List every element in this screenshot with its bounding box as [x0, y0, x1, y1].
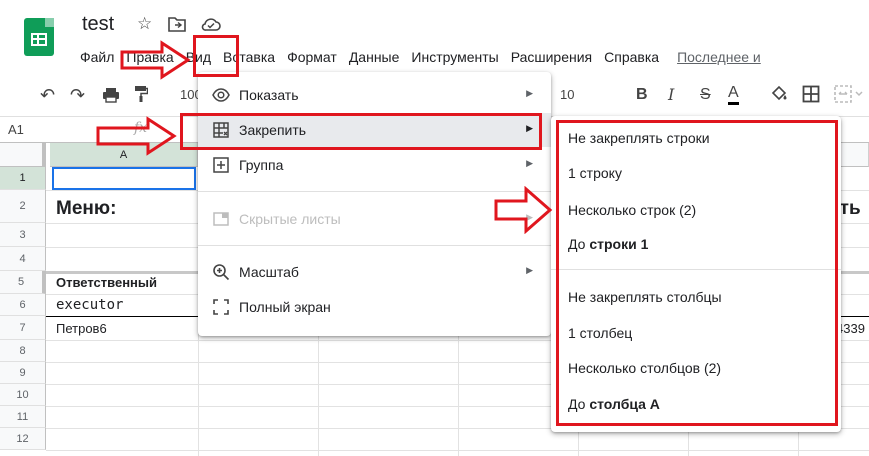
document-title[interactable]: test [82, 13, 114, 36]
group-icon [212, 156, 230, 174]
zoom-icon [212, 263, 230, 281]
annotation-arrow-icon [494, 186, 553, 234]
borders-icon[interactable] [802, 85, 820, 108]
menu-divider [198, 245, 551, 246]
selected-cell-a1[interactable] [52, 167, 196, 190]
move-to-folder-icon[interactable] [168, 16, 186, 37]
row-header-2[interactable]: 2 [0, 190, 46, 223]
annotation-arrow-icon [96, 116, 177, 156]
last-edit-link[interactable]: Последнее и [671, 46, 767, 68]
annotation-box-freeze-submenu [556, 120, 838, 426]
annotation-box-freeze-item [180, 113, 542, 150]
row-header-5[interactable]: 5 [0, 271, 46, 294]
italic-icon[interactable]: I [668, 84, 674, 106]
merge-cells-icon[interactable] [834, 85, 864, 108]
menu-item-show[interactable]: Показать ▶ [198, 78, 551, 112]
submenu-arrow-icon: ▶ [526, 265, 533, 275]
sheets-logo[interactable] [24, 18, 54, 56]
cloud-saved-icon[interactable] [201, 16, 221, 37]
fill-color-icon[interactable] [770, 85, 788, 108]
print-icon[interactable] [102, 86, 120, 108]
row-header-3[interactable]: 3 [0, 223, 46, 247]
annotation-arrow-icon [120, 40, 191, 80]
row-header-12[interactable]: 12 [0, 428, 46, 450]
text-color-icon[interactable]: A [728, 84, 739, 105]
menu-item-label: Скрытые листы [239, 211, 341, 227]
menu-help[interactable]: Справка [598, 46, 665, 68]
row-header-9[interactable]: 9 [0, 362, 46, 384]
cell-a2[interactable]: Меню: [56, 198, 116, 220]
hidden-sheets-icon [212, 210, 230, 228]
row-header-1[interactable]: 1 [0, 167, 46, 190]
font-size-field[interactable]: 10 [560, 87, 574, 102]
row-header-7[interactable]: 7 [0, 316, 46, 340]
menu-item-label: Группа [239, 157, 284, 173]
eye-icon [212, 86, 230, 104]
menu-data[interactable]: Данные [343, 46, 406, 68]
star-icon[interactable]: ☆ [137, 14, 152, 34]
submenu-arrow-icon: ▶ [526, 88, 533, 98]
row-header-8[interactable]: 8 [0, 340, 46, 362]
redo-icon[interactable]: ↷ [70, 84, 85, 106]
fullscreen-icon [212, 298, 230, 316]
row-header-4[interactable]: 4 [0, 247, 46, 271]
menu-item-zoom[interactable]: Масштаб ▶ [198, 255, 551, 289]
menu-tools[interactable]: Инструменты [405, 46, 504, 68]
select-all-corner[interactable] [0, 143, 46, 167]
menu-format[interactable]: Формат [281, 46, 343, 68]
row-header-6[interactable]: 6 [0, 294, 46, 316]
cell-a6[interactable]: executor [56, 297, 123, 313]
submenu-arrow-icon: ▶ [526, 158, 533, 168]
row-header-11[interactable]: 11 [0, 406, 46, 428]
strikethrough-icon[interactable]: S [700, 84, 711, 106]
cell-a5[interactable]: Ответственный [56, 275, 157, 290]
menu-item-group[interactable]: Группа ▶ [198, 148, 551, 182]
cell-a7[interactable]: Петров6 [56, 321, 107, 336]
undo-icon[interactable]: ↶ [40, 84, 55, 106]
menu-item-label: Полный экран [239, 299, 331, 315]
row-header-10[interactable]: 10 [0, 384, 46, 406]
menu-item-label: Масштаб [239, 264, 299, 280]
paint-format-icon[interactable] [134, 85, 149, 108]
annotation-box-view-menu [193, 35, 239, 77]
bold-icon[interactable]: B [636, 84, 648, 106]
name-box[interactable]: A1 [8, 122, 24, 137]
menu-extensions[interactable]: Расширения [505, 46, 598, 68]
menu-file[interactable]: Файл [74, 46, 120, 68]
menu-item-label: Показать [239, 87, 299, 103]
menu-item-fullscreen[interactable]: Полный экран [198, 290, 551, 324]
